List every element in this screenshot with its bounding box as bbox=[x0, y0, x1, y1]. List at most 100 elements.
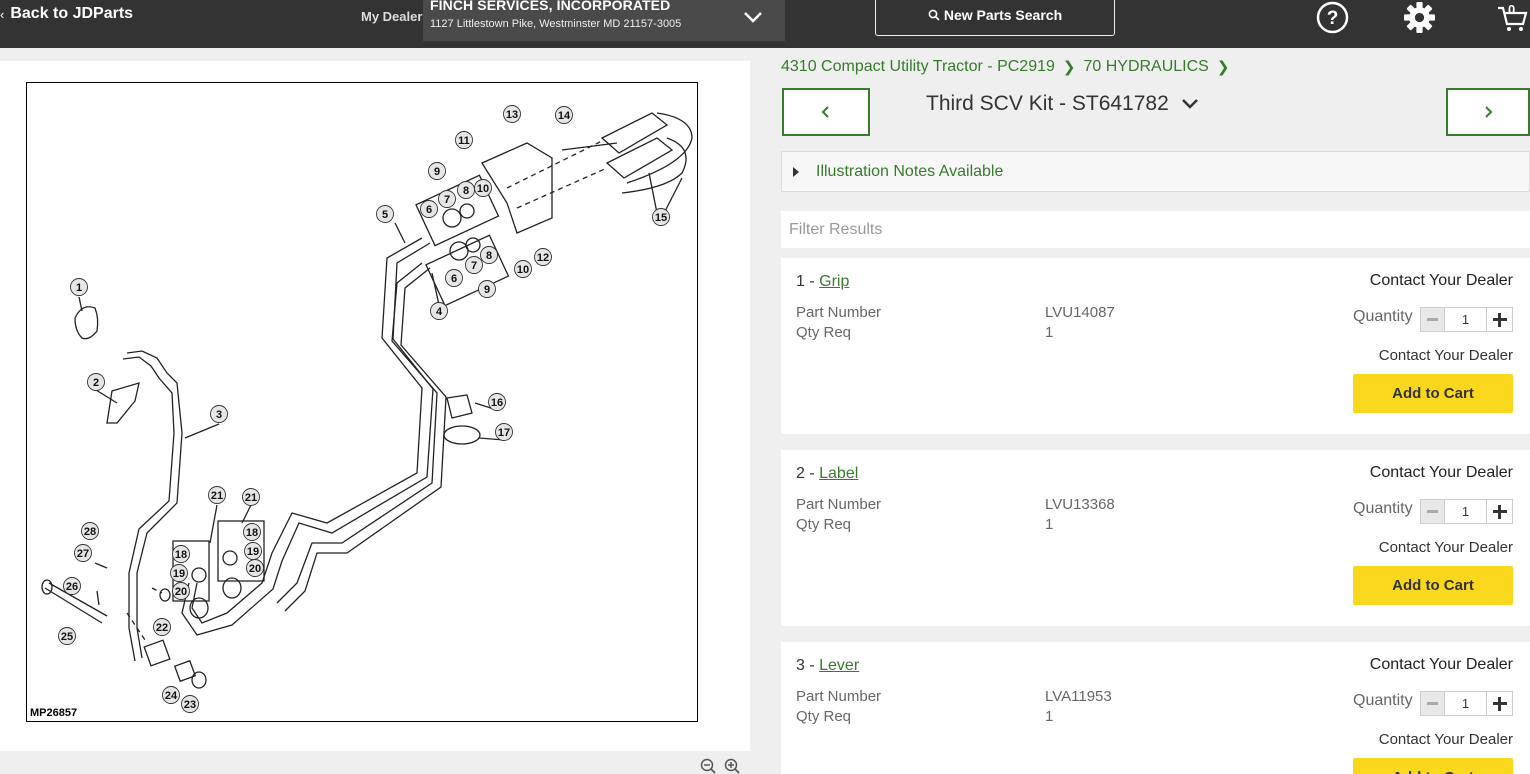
increment-button[interactable] bbox=[1487, 500, 1512, 523]
callout-24[interactable]: 24 bbox=[162, 686, 180, 704]
callout-number: 7 bbox=[444, 194, 450, 206]
callout-23[interactable]: 23 bbox=[181, 695, 199, 713]
increment-button[interactable] bbox=[1487, 692, 1512, 715]
callout-7[interactable]: 7 bbox=[438, 190, 456, 208]
part-number-value: LVA11953 bbox=[1045, 688, 1112, 705]
callout-9[interactable]: 9 bbox=[478, 280, 496, 298]
callout-7[interactable]: 7 bbox=[465, 256, 483, 274]
callout-25[interactable]: 25 bbox=[58, 627, 76, 645]
qty-req-value: 1 bbox=[1045, 324, 1054, 341]
back-label: Back to JDParts bbox=[10, 5, 134, 22]
callout-20[interactable]: 20 bbox=[246, 559, 264, 577]
quantity-stepper bbox=[1420, 307, 1513, 332]
chevron-left-icon bbox=[821, 106, 829, 118]
callout-21[interactable]: 21 bbox=[208, 486, 226, 504]
breadcrumb-model-link[interactable]: 4310 Compact Utility Tractor - PC2919 bbox=[781, 58, 1055, 76]
callout-11[interactable]: 11 bbox=[455, 131, 473, 149]
part-index: 2 - bbox=[796, 465, 820, 482]
callout-19[interactable]: 19 bbox=[244, 542, 262, 560]
back-to-jdparts-link[interactable]: ‹ Back to JDParts bbox=[0, 5, 133, 23]
minus-icon bbox=[1427, 318, 1439, 321]
callout-13[interactable]: 13 bbox=[503, 105, 521, 123]
callout-14[interactable]: 14 bbox=[555, 106, 573, 124]
decrement-button[interactable] bbox=[1421, 500, 1445, 523]
callout-16[interactable]: 16 bbox=[488, 393, 506, 411]
decrement-button[interactable] bbox=[1421, 692, 1445, 715]
zoom-out-button[interactable] bbox=[700, 758, 716, 774]
part-name-link[interactable]: Grip bbox=[819, 273, 849, 290]
callout-6[interactable]: 6 bbox=[445, 269, 463, 287]
quantity-label: Quantity bbox=[1353, 692, 1413, 709]
callout-27[interactable]: 27 bbox=[74, 544, 92, 562]
callout-2[interactable]: 2 bbox=[87, 373, 105, 391]
callout-8[interactable]: 8 bbox=[457, 181, 475, 199]
dealer-address: 1127 Littlestown Pike, Westminster MD 21… bbox=[430, 18, 682, 30]
callout-number: 9 bbox=[434, 166, 440, 178]
minus-icon bbox=[1427, 702, 1439, 705]
callout-17[interactable]: 17 bbox=[495, 423, 513, 441]
callout-26[interactable]: 26 bbox=[63, 577, 81, 595]
kit-selector[interactable]: Third SCV Kit - ST641782 bbox=[926, 92, 1199, 116]
dealer-selector[interactable]: FINCH SERVICES, INCORPORATED 1127 Little… bbox=[423, 0, 785, 41]
new-parts-search-button[interactable]: New Parts Search bbox=[875, 0, 1115, 36]
qty-req-value: 1 bbox=[1045, 708, 1054, 725]
qty-req-value: 1 bbox=[1045, 516, 1054, 533]
chevron-down-icon bbox=[1181, 99, 1198, 109]
quantity-input[interactable] bbox=[1444, 692, 1488, 715]
callout-number: 18 bbox=[175, 549, 187, 561]
callout-number: 20 bbox=[249, 563, 261, 575]
callout-6[interactable]: 6 bbox=[420, 200, 438, 218]
add-to-cart-button[interactable]: Add to Cart bbox=[1353, 374, 1513, 413]
callout-21[interactable]: 21 bbox=[242, 488, 260, 506]
callout-18[interactable]: 18 bbox=[172, 545, 190, 563]
callout-number: 8 bbox=[486, 250, 492, 262]
illustration-notes-toggle[interactable]: Illustration Notes Available bbox=[781, 151, 1530, 192]
zoom-out-icon bbox=[700, 758, 716, 774]
increment-button[interactable] bbox=[1487, 308, 1512, 331]
quantity-label: Quantity bbox=[1353, 308, 1413, 325]
filter-results-input[interactable] bbox=[781, 211, 1530, 248]
breadcrumb-section-link[interactable]: 70 HYDRAULICS bbox=[1083, 58, 1208, 76]
decrement-button[interactable] bbox=[1421, 308, 1445, 331]
previous-kit-button[interactable] bbox=[782, 88, 870, 136]
callout-3[interactable]: 3 bbox=[210, 405, 228, 423]
parts-diagram[interactable]: 1 2 3 4 5 6 6 7 7 8 8 9 9 10 10 11 12 13 14 15 16 17 18 18 19 19 2… bbox=[26, 82, 698, 722]
qty-req-label: Qty Req bbox=[796, 324, 852, 341]
part-number-label: Part Number bbox=[796, 688, 882, 705]
callout-9[interactable]: 9 bbox=[428, 162, 446, 180]
callout-12[interactable]: 12 bbox=[534, 248, 552, 266]
callout-20[interactable]: 20 bbox=[172, 582, 190, 600]
callout-18[interactable]: 18 bbox=[243, 523, 261, 541]
callout-4[interactable]: 4 bbox=[430, 302, 448, 320]
quantity-input[interactable] bbox=[1444, 500, 1488, 523]
callout-number: 6 bbox=[426, 204, 432, 216]
callout-10[interactable]: 10 bbox=[474, 179, 492, 197]
callout-15[interactable]: 15 bbox=[652, 208, 670, 226]
my-dealer-label: My Dealer bbox=[361, 9, 423, 24]
help-button[interactable]: ? bbox=[1314, 0, 1350, 34]
chevron-right-icon bbox=[1485, 106, 1493, 118]
callout-5[interactable]: 5 bbox=[376, 205, 394, 223]
callout-number: 22 bbox=[156, 622, 168, 634]
part-number-label: Part Number bbox=[796, 496, 882, 513]
callout-number: 28 bbox=[84, 526, 96, 538]
part-name-link[interactable]: Label bbox=[819, 465, 858, 482]
callout-22[interactable]: 22 bbox=[153, 618, 171, 636]
part-index: 1 - bbox=[796, 273, 820, 290]
callout-number: 2 bbox=[93, 377, 99, 389]
zoom-in-button[interactable] bbox=[724, 758, 740, 774]
part-index: 3 - bbox=[796, 657, 820, 674]
availability-contact-dealer: Contact Your Dealer bbox=[1378, 347, 1513, 364]
next-kit-button[interactable] bbox=[1446, 88, 1530, 136]
callout-28[interactable]: 28 bbox=[81, 522, 99, 540]
part-name-link[interactable]: Lever bbox=[819, 657, 859, 674]
add-to-cart-button[interactable]: Add to Cart bbox=[1353, 758, 1513, 774]
callout-8[interactable]: 8 bbox=[480, 246, 498, 264]
add-to-cart-button[interactable]: Add to Cart bbox=[1353, 566, 1513, 605]
callout-10[interactable]: 10 bbox=[514, 260, 532, 278]
callout-1[interactable]: 1 bbox=[70, 278, 88, 296]
settings-button[interactable] bbox=[1401, 0, 1437, 34]
callout-19[interactable]: 19 bbox=[170, 564, 188, 582]
quantity-input[interactable] bbox=[1444, 308, 1488, 331]
callout-number: 11 bbox=[458, 135, 470, 147]
